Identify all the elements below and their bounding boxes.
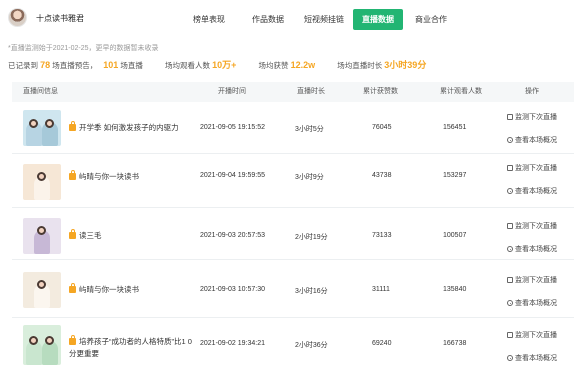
table-row: 屿晴与你一块读书 2021-09-03 10:57:30 3小时16分 3111… bbox=[12, 262, 574, 318]
duration: 3小时5分 bbox=[295, 126, 324, 133]
live-title: 屿晴与你一块读书 bbox=[79, 172, 139, 181]
duration: 3小时16分 bbox=[295, 288, 328, 295]
header-actions: 操作 bbox=[525, 88, 539, 95]
stats-live-count: 101 bbox=[103, 60, 119, 70]
live-title: 开学季 如何激发孩子的内驱力 bbox=[79, 123, 179, 132]
tab-live-data[interactable]: 直播数据 bbox=[353, 9, 403, 30]
total-likes: 31111 bbox=[372, 286, 390, 293]
stats-preview-count: 78 bbox=[40, 60, 51, 70]
stats-recorded-prefix: 已记录到 bbox=[8, 61, 38, 70]
live-title-line-2: 分更重要 bbox=[69, 349, 99, 358]
monitoring-note: *直播监测始于2021-02-25，更早的数据暂未收录 bbox=[8, 45, 159, 52]
table-header: 直播间信息 开播时间 直播时长 累计获赞数 累计观看人数 操作 bbox=[12, 82, 574, 102]
avatar[interactable] bbox=[8, 8, 27, 27]
start-time: 2021-09-03 20:57:53 bbox=[200, 232, 265, 239]
live-cover-thumbnail[interactable] bbox=[23, 325, 61, 365]
table-row: 培养孩子“成功者的人格特质”比1 0 分更重要 2021-09-02 19:34… bbox=[12, 319, 574, 387]
stats-avg-duration-label: 场均直播时长 bbox=[337, 61, 383, 70]
lock-icon bbox=[69, 170, 76, 180]
tab-business-cooperation[interactable]: 商业合作 bbox=[411, 9, 451, 30]
total-viewers: 156451 bbox=[443, 124, 467, 131]
view-overview-button[interactable]: 查看本场概况 bbox=[507, 186, 557, 196]
live-title: 屿晴与你一块读书 bbox=[79, 285, 139, 294]
total-viewers: 135840 bbox=[443, 286, 467, 293]
stats-avg-duration-value: 3小时39分 bbox=[384, 60, 427, 70]
monitor-next-live-button[interactable]: 监测下次直播 bbox=[507, 163, 557, 173]
view-overview-button[interactable]: 查看本场概况 bbox=[507, 244, 557, 254]
stats-recorded-suffix: 场直播预告， bbox=[52, 61, 98, 70]
total-viewers: 100507 bbox=[443, 232, 467, 239]
table-row: 读三毛 2021-09-03 20:57:53 2小时19分 73133 100… bbox=[12, 210, 574, 260]
start-time: 2021-09-04 19:59:55 bbox=[200, 172, 265, 179]
eye-icon bbox=[507, 246, 513, 252]
table-row: 开学季 如何激发孩子的内驱力 2021-09-05 19:15:52 3小时5分… bbox=[12, 102, 574, 154]
header-total-viewers: 累计观看人数 bbox=[440, 88, 482, 95]
monitor-icon bbox=[507, 223, 513, 229]
stats-avg-likes-label: 场均获赞 bbox=[258, 61, 289, 70]
duration: 2小时36分 bbox=[295, 342, 328, 349]
monitor-icon bbox=[507, 165, 513, 171]
total-likes: 43738 bbox=[372, 172, 392, 179]
monitor-next-live-button[interactable]: 监测下次直播 bbox=[507, 275, 557, 285]
eye-icon bbox=[507, 355, 513, 361]
total-viewers: 153297 bbox=[443, 172, 467, 179]
monitor-next-live-button[interactable]: 监测下次直播 bbox=[507, 112, 557, 122]
tab-rankings[interactable]: 榜单表现 bbox=[189, 9, 229, 30]
view-overview-button[interactable]: 查看本场概况 bbox=[507, 353, 557, 363]
header-duration: 直播时长 bbox=[297, 88, 325, 95]
duration: 3小时9分 bbox=[295, 174, 324, 181]
eye-icon bbox=[507, 300, 513, 306]
start-time: 2021-09-05 19:15:52 bbox=[200, 124, 265, 131]
lock-icon bbox=[69, 229, 76, 239]
live-cover-thumbnail[interactable] bbox=[23, 272, 61, 308]
header-total-likes: 累计获赞数 bbox=[363, 88, 398, 95]
total-likes: 73133 bbox=[372, 232, 392, 239]
live-cover-thumbnail[interactable] bbox=[23, 164, 61, 200]
live-cover-thumbnail[interactable] bbox=[23, 110, 61, 146]
monitor-next-live-button[interactable]: 监测下次直播 bbox=[507, 221, 557, 231]
duration: 2小时19分 bbox=[295, 234, 328, 241]
view-overview-button[interactable]: 查看本场概况 bbox=[507, 298, 557, 308]
lock-icon bbox=[69, 121, 76, 131]
header-live-room-info: 直播间信息 bbox=[23, 88, 58, 95]
top-header: 十点读书雅君 榜单表现 作品数据 短视频挂链 直播数据 商业合作 bbox=[0, 0, 587, 36]
eye-icon bbox=[507, 188, 513, 194]
tab-short-video-links[interactable]: 短视频挂链 bbox=[304, 9, 344, 30]
stats-avg-viewers-value: 10万+ bbox=[212, 60, 237, 70]
eye-icon bbox=[507, 137, 513, 143]
live-stats-summary: 已记录到 78 场直播预告， 101 场直播 场均观看人数 10万+ 场均获赞 … bbox=[8, 58, 426, 72]
table-row: 屿晴与你一块读书 2021-09-04 19:59:55 3小时9分 43738… bbox=[12, 156, 574, 208]
stats-avg-likes-value: 12.2w bbox=[290, 60, 316, 70]
lock-icon bbox=[69, 335, 76, 345]
live-cover-thumbnail[interactable] bbox=[23, 218, 61, 254]
tab-works-data[interactable]: 作品数据 bbox=[248, 9, 288, 30]
total-likes: 76045 bbox=[372, 124, 392, 131]
header-start-time: 开播时间 bbox=[218, 88, 246, 95]
monitor-next-live-button[interactable]: 监测下次直播 bbox=[507, 330, 557, 340]
stats-avg-viewers-label: 场均观看人数 bbox=[165, 61, 211, 70]
live-title-line-1: 培养孩子“成功者的人格特质”比1 0 bbox=[79, 337, 192, 346]
account-name: 十点读书雅君 bbox=[36, 14, 84, 23]
view-overview-button[interactable]: 查看本场概况 bbox=[507, 135, 557, 145]
start-time: 2021-09-02 19:34:21 bbox=[200, 340, 265, 347]
total-viewers: 166738 bbox=[443, 340, 467, 347]
live-title: 读三毛 bbox=[79, 231, 102, 240]
start-time: 2021-09-03 10:57:30 bbox=[200, 286, 265, 293]
monitor-icon bbox=[507, 114, 513, 120]
monitor-icon bbox=[507, 277, 513, 283]
stats-live-suffix: 场直播 bbox=[120, 61, 143, 70]
monitor-icon bbox=[507, 332, 513, 338]
total-likes: 69240 bbox=[372, 340, 392, 347]
lock-icon bbox=[69, 283, 76, 293]
